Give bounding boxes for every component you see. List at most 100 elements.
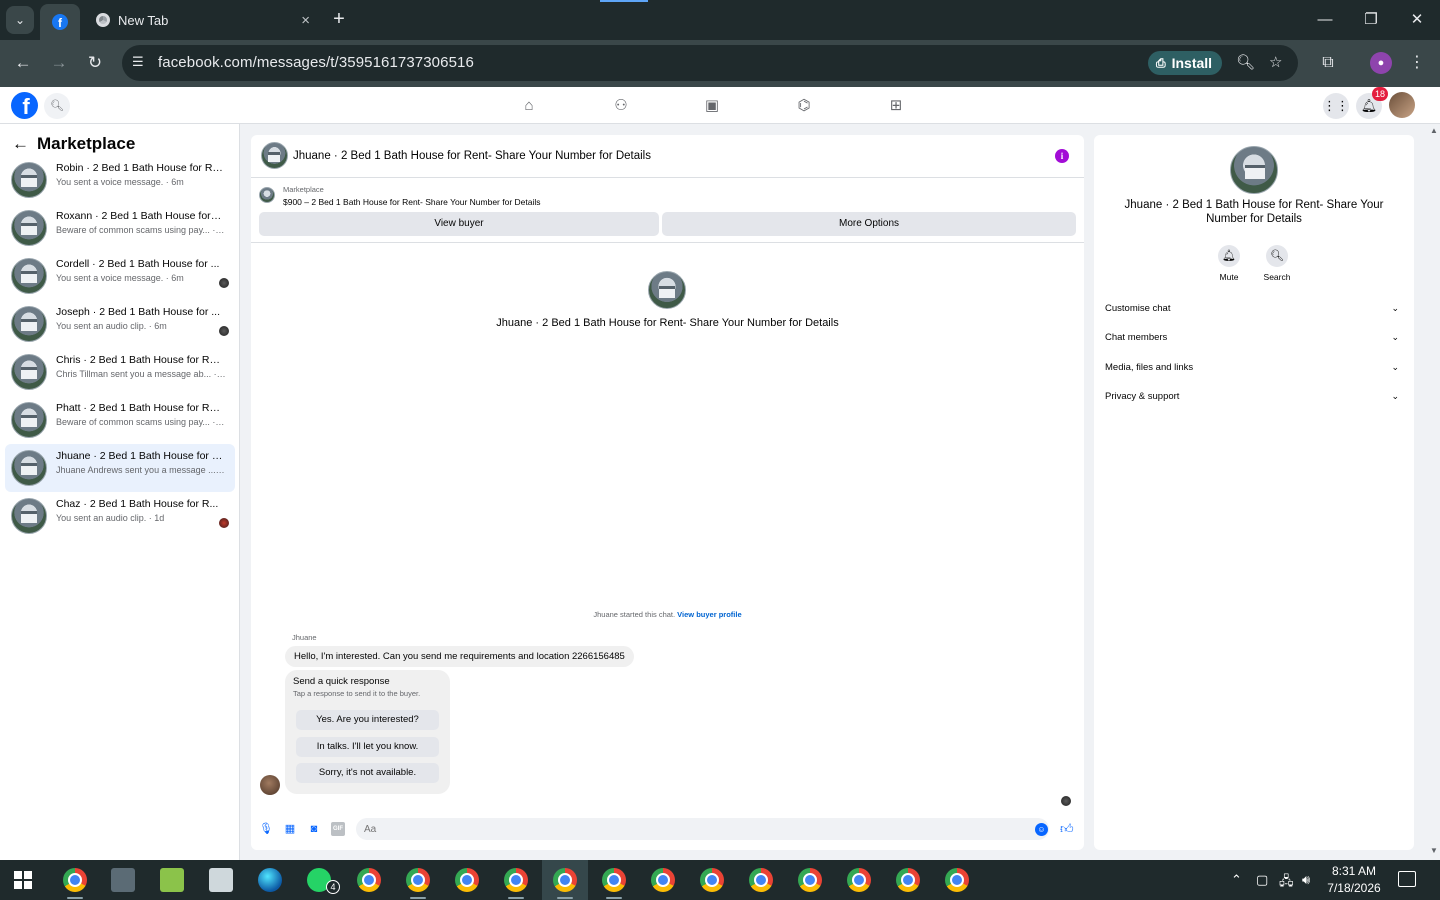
quick-response-in-talks-button[interactable]: In talks. I'll let you know. xyxy=(296,737,439,757)
conversation-item[interactable]: Phatt · 2 Bed 1 Bath House for Ren... Be… xyxy=(5,396,235,444)
photo-app-icon[interactable] xyxy=(111,868,135,892)
quick-response-yes-button[interactable]: Yes. Are you interested? xyxy=(296,710,439,730)
forward-arrow-icon[interactable]: → xyxy=(48,52,70,74)
view-buyer-button[interactable]: View buyer xyxy=(259,212,659,236)
conversation-item[interactable]: Chaz · 2 Bed 1 Bath House for R... You s… xyxy=(5,492,235,540)
listing-thumbnail xyxy=(11,162,47,198)
restore-button[interactable]: ❐ xyxy=(1359,8,1383,32)
microphone-icon[interactable]: 🎙︎ xyxy=(259,822,273,836)
edge-app-icon[interactable] xyxy=(258,868,282,892)
quick-response-not-available-button[interactable]: Sorry, it's not available. xyxy=(296,763,439,783)
tab-facebook[interactable]: f xyxy=(40,4,80,40)
conversation-item[interactable]: Roxann · 2 Bed 1 Bath House for R... Bew… xyxy=(5,204,235,252)
install-app-button[interactable]: ⎙ Install xyxy=(1148,51,1222,75)
profile-icon[interactable]: ● xyxy=(1370,52,1392,74)
chrome-profile-app-icon[interactable] xyxy=(651,868,675,892)
tab-search-button[interactable]: ⌄ xyxy=(6,6,34,34)
close-window-button[interactable]: ✕ xyxy=(1405,8,1429,32)
system-clock[interactable]: 8:31 AM 7/18/2026 xyxy=(1322,863,1386,897)
account-avatar[interactable] xyxy=(1389,92,1415,118)
chrome-profile-app-icon[interactable] xyxy=(700,868,724,892)
address-bar[interactable]: ☰ facebook.com/messages/t/35951617373065… xyxy=(122,45,1298,81)
facebook-search-button[interactable]: 🔍︎ xyxy=(44,93,70,119)
chrome-profile-app-icon[interactable] xyxy=(896,868,920,892)
minimize-button[interactable]: — xyxy=(1313,8,1337,32)
friends-icon[interactable]: ⚇ xyxy=(610,95,632,117)
mute-action[interactable]: 🔔︎ Mute xyxy=(1209,245,1249,282)
conversation-item[interactable]: Chris · 2 Bed 1 Bath House for Rent... C… xyxy=(5,348,235,396)
sender-avatar[interactable] xyxy=(260,775,280,795)
search-action[interactable]: 🔍︎ Search xyxy=(1257,245,1297,282)
windows-start-icon[interactable] xyxy=(14,871,32,889)
notepad-app-icon[interactable] xyxy=(160,868,184,892)
emoji-icon[interactable]: ☺ xyxy=(1035,823,1048,836)
bookmark-star-icon[interactable]: ☆ xyxy=(1269,53,1282,71)
info-icon[interactable]: i xyxy=(1055,149,1069,163)
running-indicator xyxy=(410,897,426,899)
more-options-button[interactable]: More Options xyxy=(662,212,1076,236)
page-scrollbar[interactable]: ▲ ▼ xyxy=(1428,124,1440,860)
media-files-links-row[interactable]: Media, files and links ⌄ xyxy=(1105,362,1403,382)
thumbs-up-icon[interactable]: 👍︎ xyxy=(1060,821,1074,837)
back-arrow-icon[interactable]: ← xyxy=(12,134,29,154)
back-arrow-icon[interactable]: ← xyxy=(12,52,34,74)
conversation-title: Roxann · 2 Bed 1 Bath House for R... xyxy=(56,210,224,222)
chrome-profile-app-icon[interactable] xyxy=(798,868,822,892)
customise-chat-row[interactable]: Customise chat ⌄ xyxy=(1105,303,1403,323)
chat-avatar[interactable] xyxy=(261,142,288,169)
extensions-icon[interactable]: ⧉ xyxy=(1317,52,1339,74)
details-name: Jhuane · 2 Bed 1 Bath House for Rent- Sh… xyxy=(1124,199,1384,225)
notification-center-icon[interactable] xyxy=(1398,871,1416,887)
menu-kebab-icon[interactable]: ⋮ xyxy=(1406,52,1428,74)
chrome-profile-app-icon[interactable] xyxy=(602,868,626,892)
chat-members-row[interactable]: Chat members ⌄ xyxy=(1105,332,1403,352)
volume-icon[interactable]: 🔊︎ xyxy=(1302,872,1310,888)
message-input[interactable] xyxy=(356,818,1049,840)
tab-close-icon[interactable]: × xyxy=(301,12,310,29)
chrome-profile-app-icon[interactable] xyxy=(553,868,577,892)
chat-title[interactable]: Jhuane · 2 Bed 1 Bath House for Rent- Sh… xyxy=(293,150,651,162)
chat-header: Jhuane · 2 Bed 1 Bath House for Rent- Sh… xyxy=(251,135,1084,178)
video-icon[interactable]: ▣ xyxy=(701,95,723,117)
reload-icon[interactable]: ↻ xyxy=(84,52,106,74)
new-tab-button[interactable]: + xyxy=(328,8,350,30)
meet-now-icon[interactable]: ▢ xyxy=(1256,872,1268,888)
tray-chevron-up-icon[interactable]: ⌃ xyxy=(1231,872,1242,888)
chrome-profile-app-icon[interactable] xyxy=(406,868,430,892)
chrome-profile-app-icon[interactable] xyxy=(945,868,969,892)
menu-grid-icon[interactable]: ⋮⋮ xyxy=(1323,93,1349,119)
scroll-up-icon[interactable]: ▲ xyxy=(1430,126,1438,135)
chrome-profile-app-icon[interactable] xyxy=(504,868,528,892)
listing-title[interactable]: $900 – 2 Bed 1 Bath House for Rent- Shar… xyxy=(283,197,541,207)
listing-thumbnail xyxy=(11,258,47,294)
conversation-item-selected[interactable]: Jhuane · 2 Bed 1 Bath House for Re... Jh… xyxy=(5,444,235,492)
chrome-profile-app-icon[interactable] xyxy=(749,868,773,892)
gaming-icon[interactable]: ⊞ xyxy=(885,95,907,117)
site-info-icon[interactable]: ☰ xyxy=(132,54,144,70)
conversation-item[interactable]: Robin · 2 Bed 1 Bath House for Re... You… xyxy=(5,156,235,204)
scroll-down-icon[interactable]: ▼ xyxy=(1430,846,1438,855)
chrome-profile-app-icon[interactable] xyxy=(847,868,871,892)
conversation-item[interactable]: Joseph · 2 Bed 1 Bath House for ... You … xyxy=(5,300,235,348)
marketplace-icon[interactable]: ⌬ xyxy=(793,95,815,117)
chrome-profile-app-icon[interactable] xyxy=(357,868,381,892)
facebook-logo-icon[interactable]: f xyxy=(11,92,38,119)
home-icon[interactable]: ⌂ xyxy=(518,95,540,117)
keyboard-app-icon[interactable] xyxy=(209,868,233,892)
chrome-profile-app-icon[interactable] xyxy=(455,868,479,892)
url-text[interactable]: facebook.com/messages/t/3595161737306516 xyxy=(158,54,474,71)
listing-thumbnail xyxy=(11,306,47,342)
network-icon[interactable]: 🖧︎ xyxy=(1279,872,1294,894)
notification-count-badge: 18 xyxy=(1372,87,1389,101)
photo-icon[interactable]: ▦ xyxy=(283,822,297,836)
sticker-icon[interactable]: ◙ xyxy=(307,822,321,836)
view-buyer-profile-link[interactable]: View buyer profile xyxy=(677,610,741,619)
conversation-item[interactable]: Cordell · 2 Bed 1 Bath House for ... You… xyxy=(5,252,235,300)
listing-thumbnail xyxy=(11,402,47,438)
running-indicator xyxy=(606,897,622,899)
privacy-support-row[interactable]: Privacy & support ⌄ xyxy=(1105,391,1403,411)
zoom-icon[interactable]: 🔍︎ xyxy=(1236,53,1255,71)
tab-new-tab[interactable]: New Tab × xyxy=(84,0,320,40)
chrome-app-icon[interactable] xyxy=(63,868,87,892)
gif-icon[interactable]: GIF xyxy=(331,822,345,836)
